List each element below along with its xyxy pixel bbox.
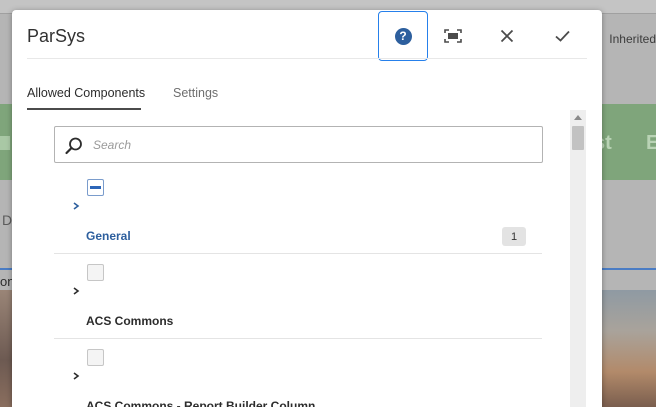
group-label[interactable]: General (86, 229, 131, 243)
close-button[interactable] (482, 11, 532, 61)
scrollbar-thumb[interactable] (572, 126, 584, 150)
chevron-right-icon[interactable] (71, 371, 81, 381)
background-image (602, 290, 656, 407)
dialog-title: ParSys (27, 26, 86, 46)
group-label[interactable]: ACS Commons (86, 314, 173, 328)
scroll-up-arrow-icon[interactable] (574, 115, 582, 120)
fullscreen-button[interactable] (428, 11, 478, 61)
tab-settings[interactable]: Settings (173, 86, 218, 100)
count-badge: 1 (502, 227, 526, 246)
search-field[interactable]: Search (54, 126, 543, 163)
help-button[interactable]: ? (378, 11, 428, 61)
component-group-acs-commons-report-builder-column: ACS Commons - Report Builder Column (54, 339, 542, 407)
search-icon (65, 137, 82, 155)
group-checkbox[interactable] (87, 349, 104, 366)
close-icon (500, 29, 514, 43)
header-divider (27, 58, 587, 59)
fullscreen-icon (444, 29, 462, 43)
help-icon: ? (394, 27, 412, 45)
checkmark-icon (554, 30, 570, 42)
chevron-right-icon[interactable] (71, 201, 81, 211)
component-group-acs-commons: ACS Commons (54, 254, 542, 339)
search-placeholder: Search (93, 138, 132, 152)
background-image (0, 290, 12, 407)
chevron-right-icon[interactable] (71, 286, 81, 296)
tab-allowed-components[interactable]: Allowed Components (27, 86, 145, 100)
parsys-dialog: ParSys ? Allowed Components Settings Sea… (12, 10, 602, 407)
scrollbar[interactable] (570, 110, 586, 407)
active-tab-indicator (27, 108, 141, 110)
group-checkbox[interactable] (87, 179, 104, 196)
done-button[interactable] (537, 11, 587, 61)
background-banner-icon (0, 136, 10, 150)
background-letter: D (2, 212, 13, 228)
group-label[interactable]: ACS Commons - Report Builder Column (86, 399, 315, 407)
background-banner-text: E (646, 132, 656, 154)
group-checkbox[interactable] (87, 264, 104, 281)
component-group-general: General 1 (54, 169, 542, 254)
background-inherited-label: Inherited (609, 32, 656, 46)
